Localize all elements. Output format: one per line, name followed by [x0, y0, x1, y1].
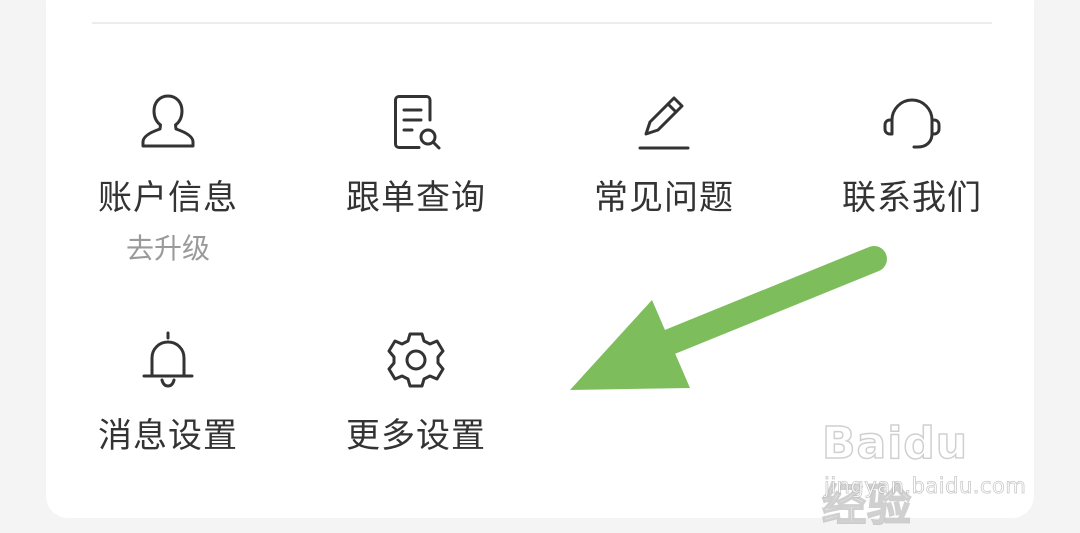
user-icon — [141, 94, 195, 148]
watermark-url: jingyan.baidu.com — [824, 474, 1027, 499]
menu-item-message-settings-label: 消息设置 — [98, 416, 238, 456]
menu-item-faq-label: 常见问题 — [594, 178, 734, 218]
menu-item-message-settings[interactable]: 消息设置 — [68, 328, 268, 456]
pencil-icon — [638, 96, 690, 150]
menu-item-order-tracking[interactable]: 跟单查询 — [316, 90, 516, 218]
menu-item-more-settings[interactable]: 更多设置 — [316, 328, 516, 456]
upgrade-link[interactable]: 去升级 — [68, 232, 268, 266]
gear-icon — [387, 332, 445, 388]
headset-icon — [883, 98, 941, 149]
menu-item-contact-us[interactable]: 联系我们 — [812, 90, 1012, 218]
menu-item-faq[interactable]: 常见问题 — [564, 90, 764, 218]
document-search-icon — [394, 95, 441, 150]
divider — [92, 22, 992, 24]
menu-item-contact-us-label: 联系我们 — [842, 178, 982, 218]
bell-icon — [142, 331, 194, 388]
menu-item-more-settings-label: 更多设置 — [346, 416, 486, 456]
menu-item-account-info-label: 账户信息 — [98, 178, 238, 218]
menu-item-order-tracking-label: 跟单查询 — [346, 178, 486, 218]
baidu-watermark: Baidu 经验 jingyan.baidu.com — [821, 406, 1026, 532]
menu-item-account-info[interactable]: 账户信息 去升级 — [68, 90, 268, 266]
